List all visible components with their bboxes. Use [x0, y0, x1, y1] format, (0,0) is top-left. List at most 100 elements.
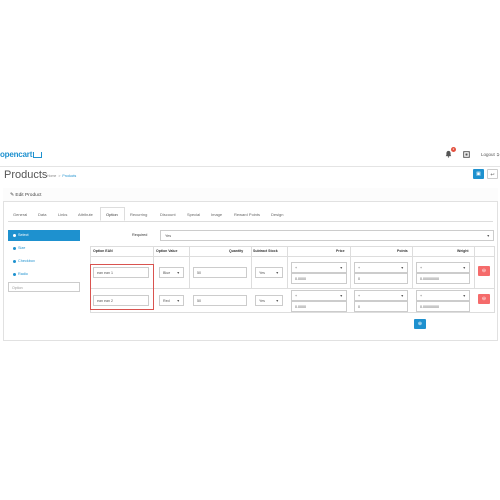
logout-link[interactable]: Logout ➲	[481, 152, 500, 158]
tab-design[interactable]: Design	[271, 212, 283, 217]
quantity-input[interactable]: 50	[193, 295, 247, 306]
save-button[interactable]: ▣	[473, 169, 484, 179]
header-option-value: Option Value	[156, 249, 178, 253]
weight-input[interactable]: 0.00000000	[416, 301, 470, 312]
price-prefix-text: +	[295, 294, 298, 298]
subtract-stock-text: Yes	[259, 271, 265, 275]
sign-out-icon: ➲	[496, 152, 500, 157]
ean-highlight-box	[90, 264, 154, 310]
header-quantity: Quantity	[229, 249, 244, 253]
option-value-text: Blue	[163, 271, 171, 275]
minus-circle-icon[interactable]	[13, 272, 16, 276]
panel-heading	[3, 188, 498, 202]
back-button[interactable]: ↩	[487, 169, 498, 179]
minus-circle-icon[interactable]	[13, 246, 16, 250]
price-prefix-text: +	[295, 266, 298, 270]
tab-reward-points[interactable]: Reward Points	[234, 212, 260, 217]
logout-label: Logout	[481, 152, 495, 157]
breadcrumb-home[interactable]: Home	[47, 174, 56, 178]
logo-text: opencart	[0, 150, 33, 159]
option-value-text: Red	[163, 299, 170, 303]
header-subtract-stock: Subtract Stock	[253, 249, 278, 253]
tab-special[interactable]: Special	[187, 212, 200, 217]
option-value-select[interactable]: Red ▼	[159, 295, 184, 306]
tab-option[interactable]: Option	[106, 212, 118, 217]
chevron-down-icon: ▼	[275, 299, 279, 303]
subtract-stock-text: Yes	[259, 299, 265, 303]
minus-circle-icon[interactable]	[13, 259, 16, 263]
breadcrumb: Home > Products	[47, 174, 77, 178]
bell-icon[interactable]: 2	[445, 147, 456, 160]
minus-circle-icon[interactable]	[13, 233, 16, 237]
required-value: Yes	[165, 234, 172, 238]
points-prefix-select[interactable]: + ▼	[354, 262, 408, 273]
points-prefix-select[interactable]: + ▼	[354, 290, 408, 301]
minus-circle-icon: ⊖	[481, 268, 487, 274]
option-item-label: Checkbox	[18, 259, 35, 263]
price-input[interactable]: 0.0000	[291, 301, 347, 312]
save-icon: ▣	[476, 171, 481, 177]
chevron-down-icon: ▼	[275, 271, 279, 275]
header-weight: Weight	[457, 249, 469, 253]
tab-general[interactable]: General	[13, 212, 27, 217]
option-item-checkbox[interactable]: Checkbox	[8, 256, 80, 267]
opencart-logo[interactable]: opencart	[0, 150, 43, 159]
points-prefix-text: +	[358, 266, 361, 270]
table-divider	[251, 246, 252, 288]
table-divider	[189, 246, 190, 288]
price-prefix-select[interactable]: + ▼	[291, 262, 347, 273]
minus-circle-icon: ⊖	[481, 296, 487, 302]
page-title: Products	[4, 169, 48, 181]
points-input[interactable]: 0	[354, 301, 408, 312]
points-input[interactable]: 0	[354, 273, 408, 284]
header-option-ean: Option EAN	[93, 249, 113, 253]
plus-circle-icon: ⊕	[417, 321, 423, 327]
breadcrumb-products[interactable]: Products	[62, 174, 76, 178]
option-value-select[interactable]: Blue ▼	[159, 267, 184, 278]
weight-prefix-text: +	[420, 266, 423, 270]
panel-title-text: Edit Product	[15, 193, 42, 198]
weight-prefix-text: +	[420, 294, 423, 298]
subtract-stock-select[interactable]: Yes ▼	[255, 267, 283, 278]
tab-image[interactable]: Image	[211, 212, 222, 217]
weight-input[interactable]: 0.00000000	[416, 273, 470, 284]
option-item-label: Size	[18, 246, 26, 250]
subtract-stock-select[interactable]: Yes ▼	[255, 295, 283, 306]
weight-prefix-select[interactable]: + ▼	[416, 290, 470, 301]
chevron-down-icon: ▼	[176, 299, 180, 303]
weight-prefix-select[interactable]: + ▼	[416, 262, 470, 273]
price-prefix-select[interactable]: + ▼	[291, 290, 347, 301]
header-price: Price	[336, 249, 345, 253]
tab-attribute[interactable]: Attribute	[78, 212, 93, 217]
chevron-down-icon: ▼	[486, 234, 490, 238]
panel-title: ✎ Edit Product	[10, 193, 42, 198]
tab-links[interactable]: Links	[58, 212, 67, 217]
tab-recurring[interactable]: Recurring	[130, 212, 147, 217]
reply-icon: ↩	[490, 172, 495, 178]
option-item-label: Radio	[18, 272, 28, 276]
add-option-value-button[interactable]: ⊕	[414, 319, 426, 329]
remove-option-value-button[interactable]: ⊖	[478, 294, 490, 304]
quantity-input[interactable]: 50	[193, 267, 247, 278]
cart-icon	[33, 151, 43, 158]
price-input[interactable]: 0.0000	[291, 273, 347, 284]
tab-discount[interactable]: Discount	[160, 212, 176, 217]
required-label: Required	[132, 233, 148, 237]
option-item-size[interactable]: Size	[8, 243, 80, 254]
user-icon[interactable]	[463, 151, 470, 160]
option-item-radio[interactable]: Radio	[8, 269, 80, 280]
notification-badge: 2	[451, 147, 456, 152]
required-select[interactable]: Yes ▼	[160, 230, 494, 241]
top-header	[0, 142, 500, 167]
table-divider	[287, 246, 288, 288]
tab-data[interactable]: Data	[38, 212, 46, 217]
option-item-select[interactable]: Select	[8, 230, 80, 241]
table-divider	[350, 246, 351, 288]
pencil-icon: ✎	[10, 193, 15, 198]
remove-option-value-button[interactable]: ⊖	[478, 266, 490, 276]
option-autocomplete-input[interactable]: Option	[8, 282, 80, 292]
chevron-down-icon: ▼	[176, 271, 180, 275]
option-item-label: Select	[18, 233, 29, 237]
header-points: Points	[397, 249, 408, 253]
table-divider	[90, 256, 495, 257]
